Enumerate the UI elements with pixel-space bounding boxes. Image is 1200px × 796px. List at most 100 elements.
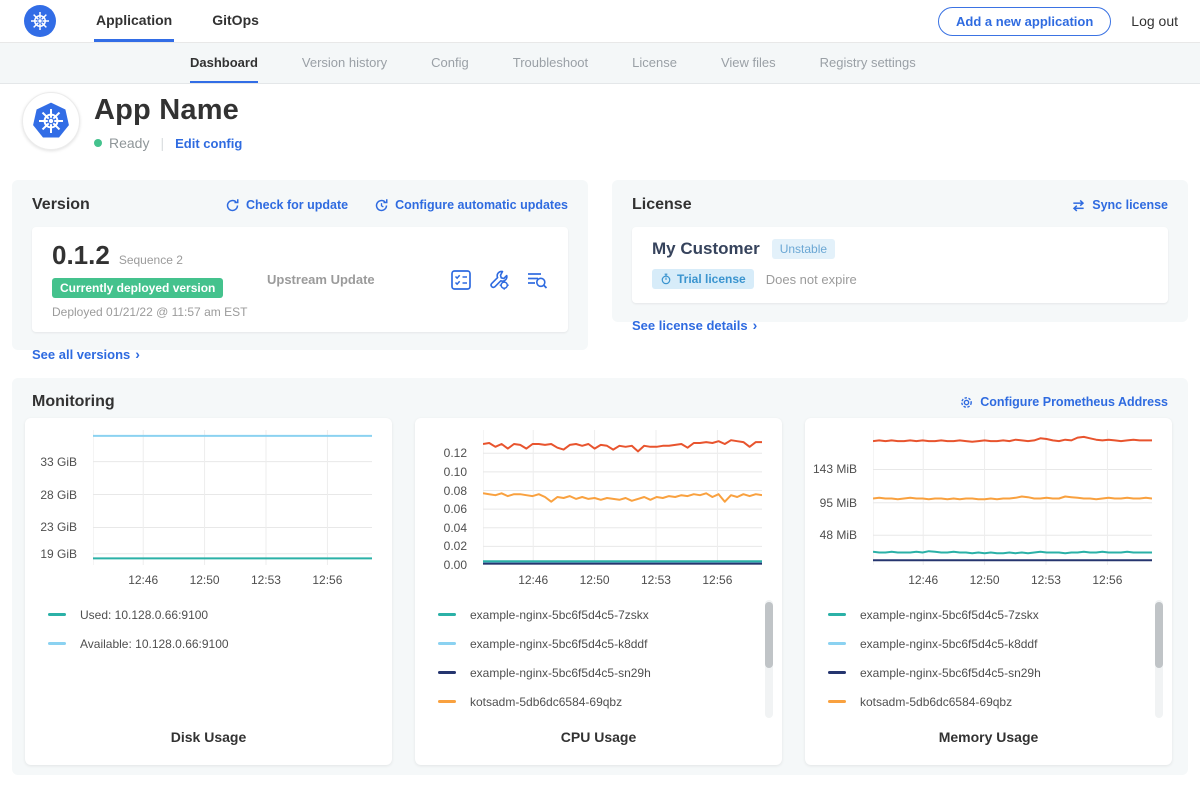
- deployed-timestamp: Deployed 01/21/22 @ 11:57 am EST: [52, 305, 267, 319]
- chart-legend: Used: 10.128.0.66:9100 Available: 10.128.…: [48, 608, 383, 666]
- legend-item: kotsadm-5db6dc6584-69qbz: [438, 695, 773, 708]
- view-diff-icon[interactable]: [526, 269, 548, 291]
- y-axis: 33 GiB28 GiB23 GiB19 GiB: [25, 430, 85, 565]
- trial-license-label: Trial license: [677, 272, 746, 286]
- legend-label: example-nginx-5bc6f5d4c5-k8ddf: [860, 637, 1037, 651]
- charts-row: 33 GiB28 GiB23 GiB19 GiB 12:4612:5012:53…: [25, 418, 1172, 765]
- y-axis-label: 0.00: [444, 558, 467, 572]
- plot-area-wrap: 0.120.100.080.060.040.020.00: [415, 430, 782, 565]
- clock-refresh-icon: [374, 198, 389, 213]
- sync-arrows-icon: [1071, 198, 1086, 213]
- y-axis-label: 0.12: [444, 446, 467, 460]
- legend-color-dash: [438, 700, 456, 703]
- channel-badge: Unstable: [772, 239, 835, 259]
- configure-automatic-updates-label: Configure automatic updates: [395, 198, 568, 212]
- plot-area-wrap: 33 GiB28 GiB23 GiB19 GiB: [25, 430, 392, 565]
- y-axis: 0.120.100.080.060.040.020.00: [415, 430, 475, 565]
- chart-title: Disk Usage: [25, 729, 392, 745]
- x-axis-label: 12:56: [1092, 573, 1122, 587]
- subnav-version-history[interactable]: Version history: [302, 43, 387, 83]
- series-line: [873, 497, 1152, 500]
- line-chart-plot: [873, 430, 1152, 565]
- subnav-troubleshoot[interactable]: Troubleshoot: [513, 43, 588, 83]
- update-type-label: Upstream Update: [267, 272, 434, 287]
- x-axis: 12:4612:5012:5312:56: [483, 573, 762, 589]
- legend-color-dash: [48, 613, 66, 616]
- subnav-view-files[interactable]: View files: [721, 43, 776, 83]
- memory-usage-chart-card: 143 MiB95 MiB48 MiB 12:4612:5012:5312:56…: [805, 418, 1172, 765]
- trial-license-badge: Trial license: [652, 269, 754, 289]
- subnav-dashboard[interactable]: Dashboard: [190, 43, 258, 83]
- legend-color-dash: [828, 613, 846, 616]
- legend-scrollbar[interactable]: [765, 600, 773, 718]
- deployed-version-badge: Currently deployed version: [52, 278, 223, 298]
- configure-prometheus-link[interactable]: Configure Prometheus Address: [959, 395, 1168, 410]
- x-axis-label: 12:46: [908, 573, 938, 587]
- top-navigation-bar: Application GitOps Add a new application…: [0, 0, 1200, 43]
- chart-legend: example-nginx-5bc6f5d4c5-7zskxexample-ng…: [438, 608, 773, 724]
- config-wrench-icon[interactable]: [488, 269, 510, 291]
- add-application-button[interactable]: Add a new application: [938, 7, 1111, 36]
- legend-item: example-nginx-5bc6f5d4c5-k8ddf: [438, 637, 773, 650]
- logout-link[interactable]: Log out: [1131, 13, 1178, 29]
- configure-automatic-updates-link[interactable]: Configure automatic updates: [374, 198, 568, 213]
- legend-item: example-nginx-5bc6f5d4c5-sn29h: [438, 666, 773, 679]
- subnav-license[interactable]: License: [632, 43, 677, 83]
- tab-application-label: Application: [96, 12, 172, 28]
- y-axis: 143 MiB95 MiB48 MiB: [805, 430, 865, 565]
- series-line: [483, 440, 762, 451]
- line-chart-plot: [483, 430, 762, 565]
- tab-gitops-label: GitOps: [212, 12, 259, 28]
- status-dot-icon: [94, 139, 102, 147]
- app-status-row: Ready | Edit config: [94, 135, 242, 151]
- monitoring-header: Monitoring Configure Prometheus Address: [32, 393, 1168, 411]
- tab-gitops[interactable]: GitOps: [210, 0, 261, 42]
- app-subnav: Dashboard Version history Config Trouble…: [0, 43, 1200, 84]
- see-all-versions-link[interactable]: See all versions ›: [32, 346, 140, 362]
- x-axis-label: 12:53: [641, 573, 671, 587]
- app-header-text: App Name Ready | Edit config: [94, 92, 242, 151]
- y-axis-label: 0.10: [444, 465, 467, 479]
- app-header: App Name Ready | Edit config: [22, 92, 242, 151]
- configure-prometheus-label: Configure Prometheus Address: [980, 395, 1168, 409]
- legend-label: example-nginx-5bc6f5d4c5-sn29h: [470, 666, 651, 680]
- chart-title: CPU Usage: [415, 729, 782, 745]
- see-license-details-link[interactable]: See license details ›: [632, 317, 757, 333]
- legend-item: Available: 10.128.0.66:9100: [48, 637, 383, 650]
- tab-application[interactable]: Application: [94, 0, 174, 42]
- legend-color-dash: [438, 613, 456, 616]
- legend-scrollbar-thumb[interactable]: [765, 602, 773, 668]
- x-axis-label: 12:56: [702, 573, 732, 587]
- subnav-config[interactable]: Config: [431, 43, 469, 83]
- stopwatch-icon: [660, 273, 672, 285]
- kubernetes-app-icon: [31, 101, 71, 141]
- edit-config-link[interactable]: Edit config: [175, 136, 242, 151]
- legend-scrollbar-thumb[interactable]: [1155, 602, 1163, 668]
- legend-label: Available: 10.128.0.66:9100: [80, 637, 229, 651]
- x-axis-label: 12:46: [128, 573, 158, 587]
- y-axis-label: 48 MiB: [820, 528, 857, 542]
- legend-item: Used: 10.128.0.66:9100: [48, 608, 383, 621]
- y-axis-label: 0.02: [444, 539, 467, 553]
- series-line: [873, 551, 1152, 553]
- legend-label: kotsadm-5db6dc6584-69qbz: [470, 695, 622, 709]
- license-card-header: License Sync license: [632, 196, 1168, 214]
- subnav-registry-settings[interactable]: Registry settings: [820, 43, 916, 83]
- legend-item: example-nginx-5bc6f5d4c5-7zskx: [828, 608, 1163, 621]
- preflight-checklist-icon[interactable]: [450, 269, 472, 291]
- legend-scrollbar[interactable]: [1155, 600, 1163, 718]
- check-for-update-link[interactable]: Check for update: [225, 198, 348, 213]
- y-axis-label: 0.04: [444, 521, 467, 535]
- chevron-right-icon: ›: [753, 317, 758, 333]
- legend-color-dash: [828, 700, 846, 703]
- x-axis-label: 12:50: [580, 573, 610, 587]
- x-axis: 12:4612:5012:5312:56: [873, 573, 1152, 589]
- legend-label: example-nginx-5bc6f5d4c5-7zskx: [860, 608, 1039, 622]
- current-version-panel: 0.1.2 Sequence 2 Currently deployed vers…: [32, 227, 568, 332]
- sync-license-link[interactable]: Sync license: [1071, 198, 1168, 213]
- license-panel: My Customer Unstable Trial license Does …: [632, 227, 1168, 303]
- monitoring-section: Monitoring Configure Prometheus Address …: [12, 378, 1188, 775]
- customer-name: My Customer: [652, 239, 760, 259]
- y-axis-label: 143 MiB: [813, 462, 857, 476]
- refresh-icon: [225, 198, 240, 213]
